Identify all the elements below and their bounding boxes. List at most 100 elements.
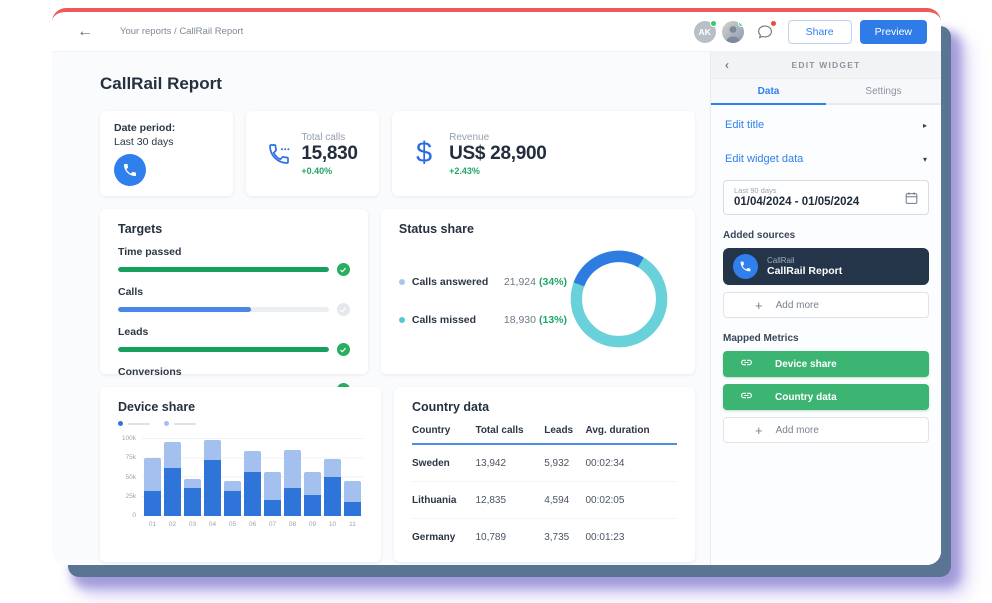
bar-chart: 100k75k50k25k0 0102030405060708091011 <box>142 438 363 528</box>
bar-segment-light <box>264 472 281 500</box>
y-tick-label: 100k <box>122 435 136 442</box>
link-icon <box>740 389 753 405</box>
preview-button[interactable]: Preview <box>860 20 927 44</box>
bar-segment-dark <box>344 502 361 516</box>
table-row: Lithuania12,8354,59400:02:05 <box>412 482 677 519</box>
value-cell: 00:02:05 <box>585 482 677 519</box>
x-axis: 0102030405060708091011 <box>142 521 363 528</box>
mapped-metrics-list: Device share Country data <box>723 351 929 410</box>
avatar-initials[interactable]: AK <box>694 21 716 43</box>
legend-item <box>164 421 196 426</box>
collapse-panel-button[interactable]: ‹ <box>725 58 729 72</box>
target-row: Time passed <box>118 246 350 276</box>
edit-widget-panel: ‹ EDIT WIDGET DataSettings Edit title ▸ … <box>710 52 941 565</box>
bar <box>184 479 201 516</box>
date-range-input[interactable]: Last 90 days 01/04/2024 - 01/05/2024 <box>723 180 929 215</box>
calendar-icon[interactable] <box>904 190 919 205</box>
bar <box>224 481 241 516</box>
legend-label-placeholder <box>174 423 196 425</box>
x-tick-label: 03 <box>184 521 201 528</box>
add-metric-button[interactable]: + Add more <box>723 417 929 443</box>
source-card-callrail[interactable]: CallRail CallRail Report <box>723 248 929 285</box>
value-cell: 00:01:23 <box>585 519 677 556</box>
back-button[interactable]: ← <box>64 23 106 41</box>
mapped-metric-device-share[interactable]: Device share <box>723 351 929 377</box>
share-button[interactable]: Share <box>788 20 852 44</box>
progress-fill <box>118 347 329 352</box>
legend-value: 18,930 <box>504 314 536 326</box>
metric-label: Device share <box>775 359 837 370</box>
value-cell: 13,942 <box>475 444 544 482</box>
caret-down-icon: ▾ <box>923 155 927 164</box>
target-label: Conversions <box>118 366 350 378</box>
bar-segment-light <box>184 479 201 488</box>
bar-segment-dark <box>184 488 201 516</box>
device-share-widget: Device share 100k75k50k25k0 010203040506… <box>100 387 381 562</box>
check-circle-icon <box>337 263 350 276</box>
edit-widget-data-label: Edit widget data <box>725 153 803 165</box>
revenue-value: US$ 28,900 <box>449 143 546 165</box>
bar-segment-dark <box>224 491 241 516</box>
panel-header: ‹ EDIT WIDGET <box>711 52 941 79</box>
bar <box>324 459 341 516</box>
avatar-initials-text: AK <box>698 27 710 37</box>
tab-data[interactable]: Data <box>711 79 826 105</box>
edit-title-label: Edit title <box>725 119 764 131</box>
online-dot <box>738 21 744 27</box>
tab-settings[interactable]: Settings <box>826 79 941 105</box>
bar-segment-light <box>244 451 261 472</box>
country-data-widget: Country data CountryTotal callsLeadsAvg.… <box>394 387 695 562</box>
phone-talk-icon <box>267 142 291 166</box>
avatar-photo[interactable] <box>722 21 744 43</box>
revenue-change: +2.43% <box>449 166 546 176</box>
legend-percent: (13%) <box>539 314 567 326</box>
legend-label: Calls missed <box>412 314 504 326</box>
progress-track <box>118 307 329 312</box>
breadcrumb[interactable]: Your reports / CallRail Report <box>120 26 688 37</box>
value-cell: 3,735 <box>544 519 585 556</box>
date-period-value: Last 30 days <box>114 136 219 148</box>
add-source-button[interactable]: + Add more <box>723 292 929 318</box>
metric-label: Country data <box>775 392 837 403</box>
targets-title: Targets <box>118 222 350 236</box>
value-cell: 12,835 <box>475 482 544 519</box>
target-progress <box>118 343 350 356</box>
date-period-card: Date period: Last 30 days <box>100 111 233 196</box>
target-row: Leads <box>118 326 350 356</box>
bar-segment-light <box>144 458 161 491</box>
notification-dot <box>770 20 777 27</box>
bar-chart-legend <box>118 421 363 426</box>
legend-dot-icon <box>164 421 169 426</box>
revenue-label: Revenue <box>449 132 546 143</box>
source-phone-icon <box>733 254 758 279</box>
y-axis: 100k75k50k25k0 <box>118 438 138 516</box>
progress-track <box>118 347 329 352</box>
bar <box>304 472 321 516</box>
edit-title-expander[interactable]: Edit title ▸ <box>723 108 929 142</box>
date-range-preset: Last 90 days <box>734 186 898 195</box>
x-tick-label: 02 <box>164 521 181 528</box>
edit-widget-data-expander[interactable]: Edit widget data ▾ <box>723 142 929 176</box>
panel-title: EDIT WIDGET <box>792 60 861 70</box>
phone-icon <box>122 162 138 178</box>
total-calls-card: Total calls 15,830 +0.40% <box>246 111 379 196</box>
table-row: Sweden13,9425,93200:02:34 <box>412 444 677 482</box>
panel-tabs: DataSettings <box>711 79 941 105</box>
target-label: Leads <box>118 326 350 338</box>
column-header: Country <box>412 421 475 444</box>
bar <box>144 458 161 516</box>
source-provider: CallRail <box>767 256 842 265</box>
bar-segment-dark <box>304 495 321 516</box>
status-legend: Calls answered21,924 (34%)Calls missed18… <box>399 276 567 326</box>
y-tick-label: 75k <box>126 454 136 461</box>
country-cell: Sweden <box>412 444 475 482</box>
chat-button[interactable] <box>754 21 776 43</box>
y-tick-label: 25k <box>126 493 136 500</box>
targets-widget: Targets Time passedCallsLeadsConversions <box>100 209 368 374</box>
legend-item: Calls missed18,930 (13%) <box>399 314 567 326</box>
mapped-metric-country-data[interactable]: Country data <box>723 384 929 410</box>
country-data-title: Country data <box>412 400 677 414</box>
target-label: Time passed <box>118 246 350 258</box>
column-header: Avg. duration <box>585 421 677 444</box>
legend-dot-icon <box>399 317 405 323</box>
